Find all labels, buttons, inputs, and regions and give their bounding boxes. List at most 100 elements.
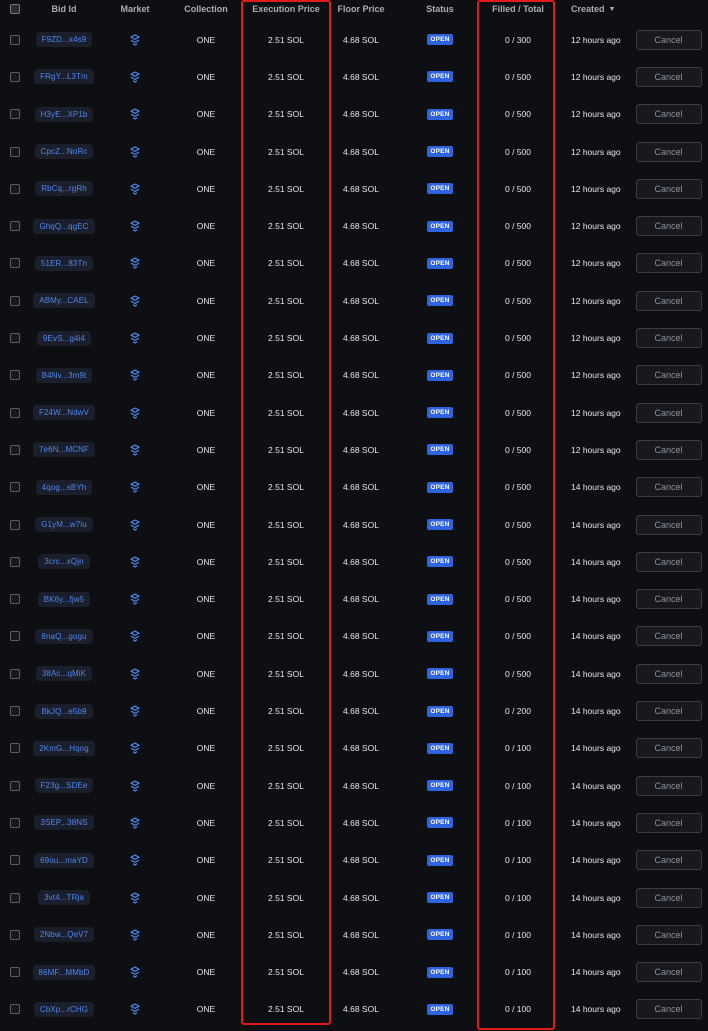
cancel-button[interactable]: Cancel: [635, 850, 702, 871]
bid-id-link[interactable]: 8naQ...gogu: [35, 628, 93, 644]
header-bid-id[interactable]: Bid Id: [30, 0, 98, 18]
bid-id-link[interactable]: F9ZD...x4s9: [35, 32, 93, 48]
bid-id-link[interactable]: 2KmG...Hqog: [33, 740, 95, 756]
bid-id-link[interactable]: 3vt4...TRja: [38, 890, 90, 906]
bid-id-link[interactable]: 4qog...sBYh: [35, 479, 93, 495]
bid-id-link[interactable]: F23g...SDEe: [34, 778, 94, 794]
row-checkbox[interactable]: [10, 556, 20, 567]
bid-id-link[interactable]: 2Nbw...QeV7: [33, 927, 95, 943]
cancel-button[interactable]: Cancel: [635, 812, 702, 833]
cancel-button[interactable]: Cancel: [635, 962, 702, 983]
cancel-button[interactable]: Cancel: [635, 626, 702, 647]
cancel-button[interactable]: Cancel: [635, 439, 702, 460]
cancel-button[interactable]: Cancel: [635, 924, 702, 945]
bid-id-link[interactable]: FRgY...L3Tm: [34, 69, 94, 85]
bid-id-link[interactable]: 9EvS...g4i4: [36, 330, 91, 346]
row-checkbox[interactable]: [10, 482, 20, 493]
row-checkbox[interactable]: [10, 817, 20, 828]
floor-price-cell: 4.68 SOL: [343, 482, 379, 493]
cancel-button[interactable]: Cancel: [635, 66, 702, 87]
cancel-button[interactable]: Cancel: [635, 216, 702, 237]
cancel-button[interactable]: Cancel: [635, 551, 702, 572]
bid-id-cell: 9EvS...g4i4: [30, 319, 98, 356]
bid-id-link[interactable]: 38Ac...qMiK: [35, 666, 93, 682]
floor-price-cell: 4.68 SOL: [343, 556, 379, 567]
cancel-button[interactable]: Cancel: [635, 775, 702, 796]
row-checkbox[interactable]: [10, 71, 20, 82]
bid-id-link[interactable]: 3SEP...38NS: [34, 815, 94, 831]
row-checkbox[interactable]: [10, 706, 20, 717]
row-checkbox[interactable]: [10, 743, 20, 754]
bid-id-cell: BkJQ...e5b9: [30, 692, 98, 729]
cancel-button[interactable]: Cancel: [635, 402, 702, 423]
header-floor-price[interactable]: Floor Price: [330, 0, 392, 18]
collection-cell: ONE: [196, 855, 216, 866]
caret-down-icon[interactable]: ▼: [609, 6, 616, 13]
bid-id-link[interactable]: H3yE...XP1b: [34, 106, 94, 122]
row-checkbox[interactable]: [10, 668, 20, 679]
cancel-button[interactable]: Cancel: [635, 290, 702, 311]
bid-id-link[interactable]: ABMy...CAEL: [33, 293, 95, 309]
header-collection[interactable]: Collection: [170, 0, 242, 18]
cancel-button[interactable]: Cancel: [635, 887, 702, 908]
row-checkbox[interactable]: [10, 929, 20, 940]
cancel-button[interactable]: Cancel: [635, 29, 702, 50]
bid-id-link[interactable]: 86MF...MMbD: [32, 964, 96, 980]
magic-eden-icon: [130, 966, 140, 978]
table-row: F9ZD...x4s9 ONE 2.51 SOL 4.68 SOL OPEN 0…: [0, 21, 708, 58]
bid-id-link[interactable]: G1yM...w7iu: [35, 517, 93, 533]
cancel-button[interactable]: Cancel: [635, 328, 702, 349]
row-checkbox[interactable]: [10, 146, 20, 157]
row-checkbox[interactable]: [10, 183, 20, 194]
row-checkbox[interactable]: [10, 519, 20, 530]
bid-id-link[interactable]: GhqQ...qgEC: [33, 218, 95, 234]
bid-id-link[interactable]: BkJQ...e5b9: [35, 703, 93, 719]
row-checkbox[interactable]: [10, 967, 20, 978]
row-checkbox[interactable]: [10, 333, 20, 344]
row-checkbox[interactable]: [10, 780, 20, 791]
row-checkbox[interactable]: [10, 221, 20, 232]
cancel-button[interactable]: Cancel: [635, 663, 702, 684]
bid-id-link[interactable]: CpcZ...NoRc: [34, 144, 94, 160]
header-filled-total[interactable]: Filled / Total: [478, 0, 558, 18]
row-checkbox[interactable]: [10, 258, 20, 269]
header-status[interactable]: Status: [410, 0, 470, 18]
row-checkbox[interactable]: [10, 855, 20, 866]
bid-id-link[interactable]: 51ER...83Tn: [34, 255, 93, 271]
row-checkbox[interactable]: [10, 1004, 20, 1015]
cancel-button[interactable]: Cancel: [635, 514, 702, 535]
cancel-button[interactable]: Cancel: [635, 141, 702, 162]
header-market[interactable]: Market: [105, 0, 165, 18]
bid-id-link[interactable]: CbXp...rCHG: [33, 1001, 95, 1017]
cancel-button[interactable]: Cancel: [635, 178, 702, 199]
row-checkbox[interactable]: [10, 892, 20, 903]
cancel-button[interactable]: Cancel: [635, 701, 702, 722]
cancel-button[interactable]: Cancel: [635, 253, 702, 274]
bid-id-link[interactable]: B4Nv...3m9t: [35, 367, 93, 383]
cancel-button[interactable]: Cancel: [635, 365, 702, 386]
row-checkbox[interactable]: [10, 295, 20, 306]
cancel-button[interactable]: Cancel: [635, 738, 702, 759]
bid-id-link[interactable]: F24W...NdwV: [32, 405, 95, 421]
row-checkbox[interactable]: [10, 109, 20, 120]
select-all-checkbox[interactable]: [10, 4, 20, 14]
row-checkbox[interactable]: [10, 34, 20, 45]
header-created[interactable]: Created ▼: [560, 0, 632, 18]
header-execution-price[interactable]: Execution Price: [243, 0, 329, 18]
bid-id-link[interactable]: RbCq...rgRh: [35, 181, 93, 197]
bid-id-link[interactable]: 3crc...xQjn: [38, 554, 90, 570]
cancel-button[interactable]: Cancel: [635, 477, 702, 498]
row-checkbox[interactable]: [10, 444, 20, 455]
bid-id-link[interactable]: 7e6N...MCNF: [33, 442, 95, 458]
floor-price-cell: 4.68 SOL: [343, 183, 379, 194]
row-checkbox[interactable]: [10, 407, 20, 418]
row-checkbox[interactable]: [10, 370, 20, 381]
row-checkbox[interactable]: [10, 594, 20, 605]
cancel-button[interactable]: Cancel: [635, 999, 702, 1020]
bid-id-link[interactable]: 69ou...maYD: [34, 852, 94, 868]
bid-id-link[interactable]: BK6y...fjw5: [37, 591, 91, 607]
row-checkbox[interactable]: [10, 631, 20, 642]
cancel-button[interactable]: Cancel: [635, 589, 702, 610]
floor-price-cell: 4.68 SOL: [343, 594, 379, 605]
cancel-button[interactable]: Cancel: [635, 104, 702, 125]
